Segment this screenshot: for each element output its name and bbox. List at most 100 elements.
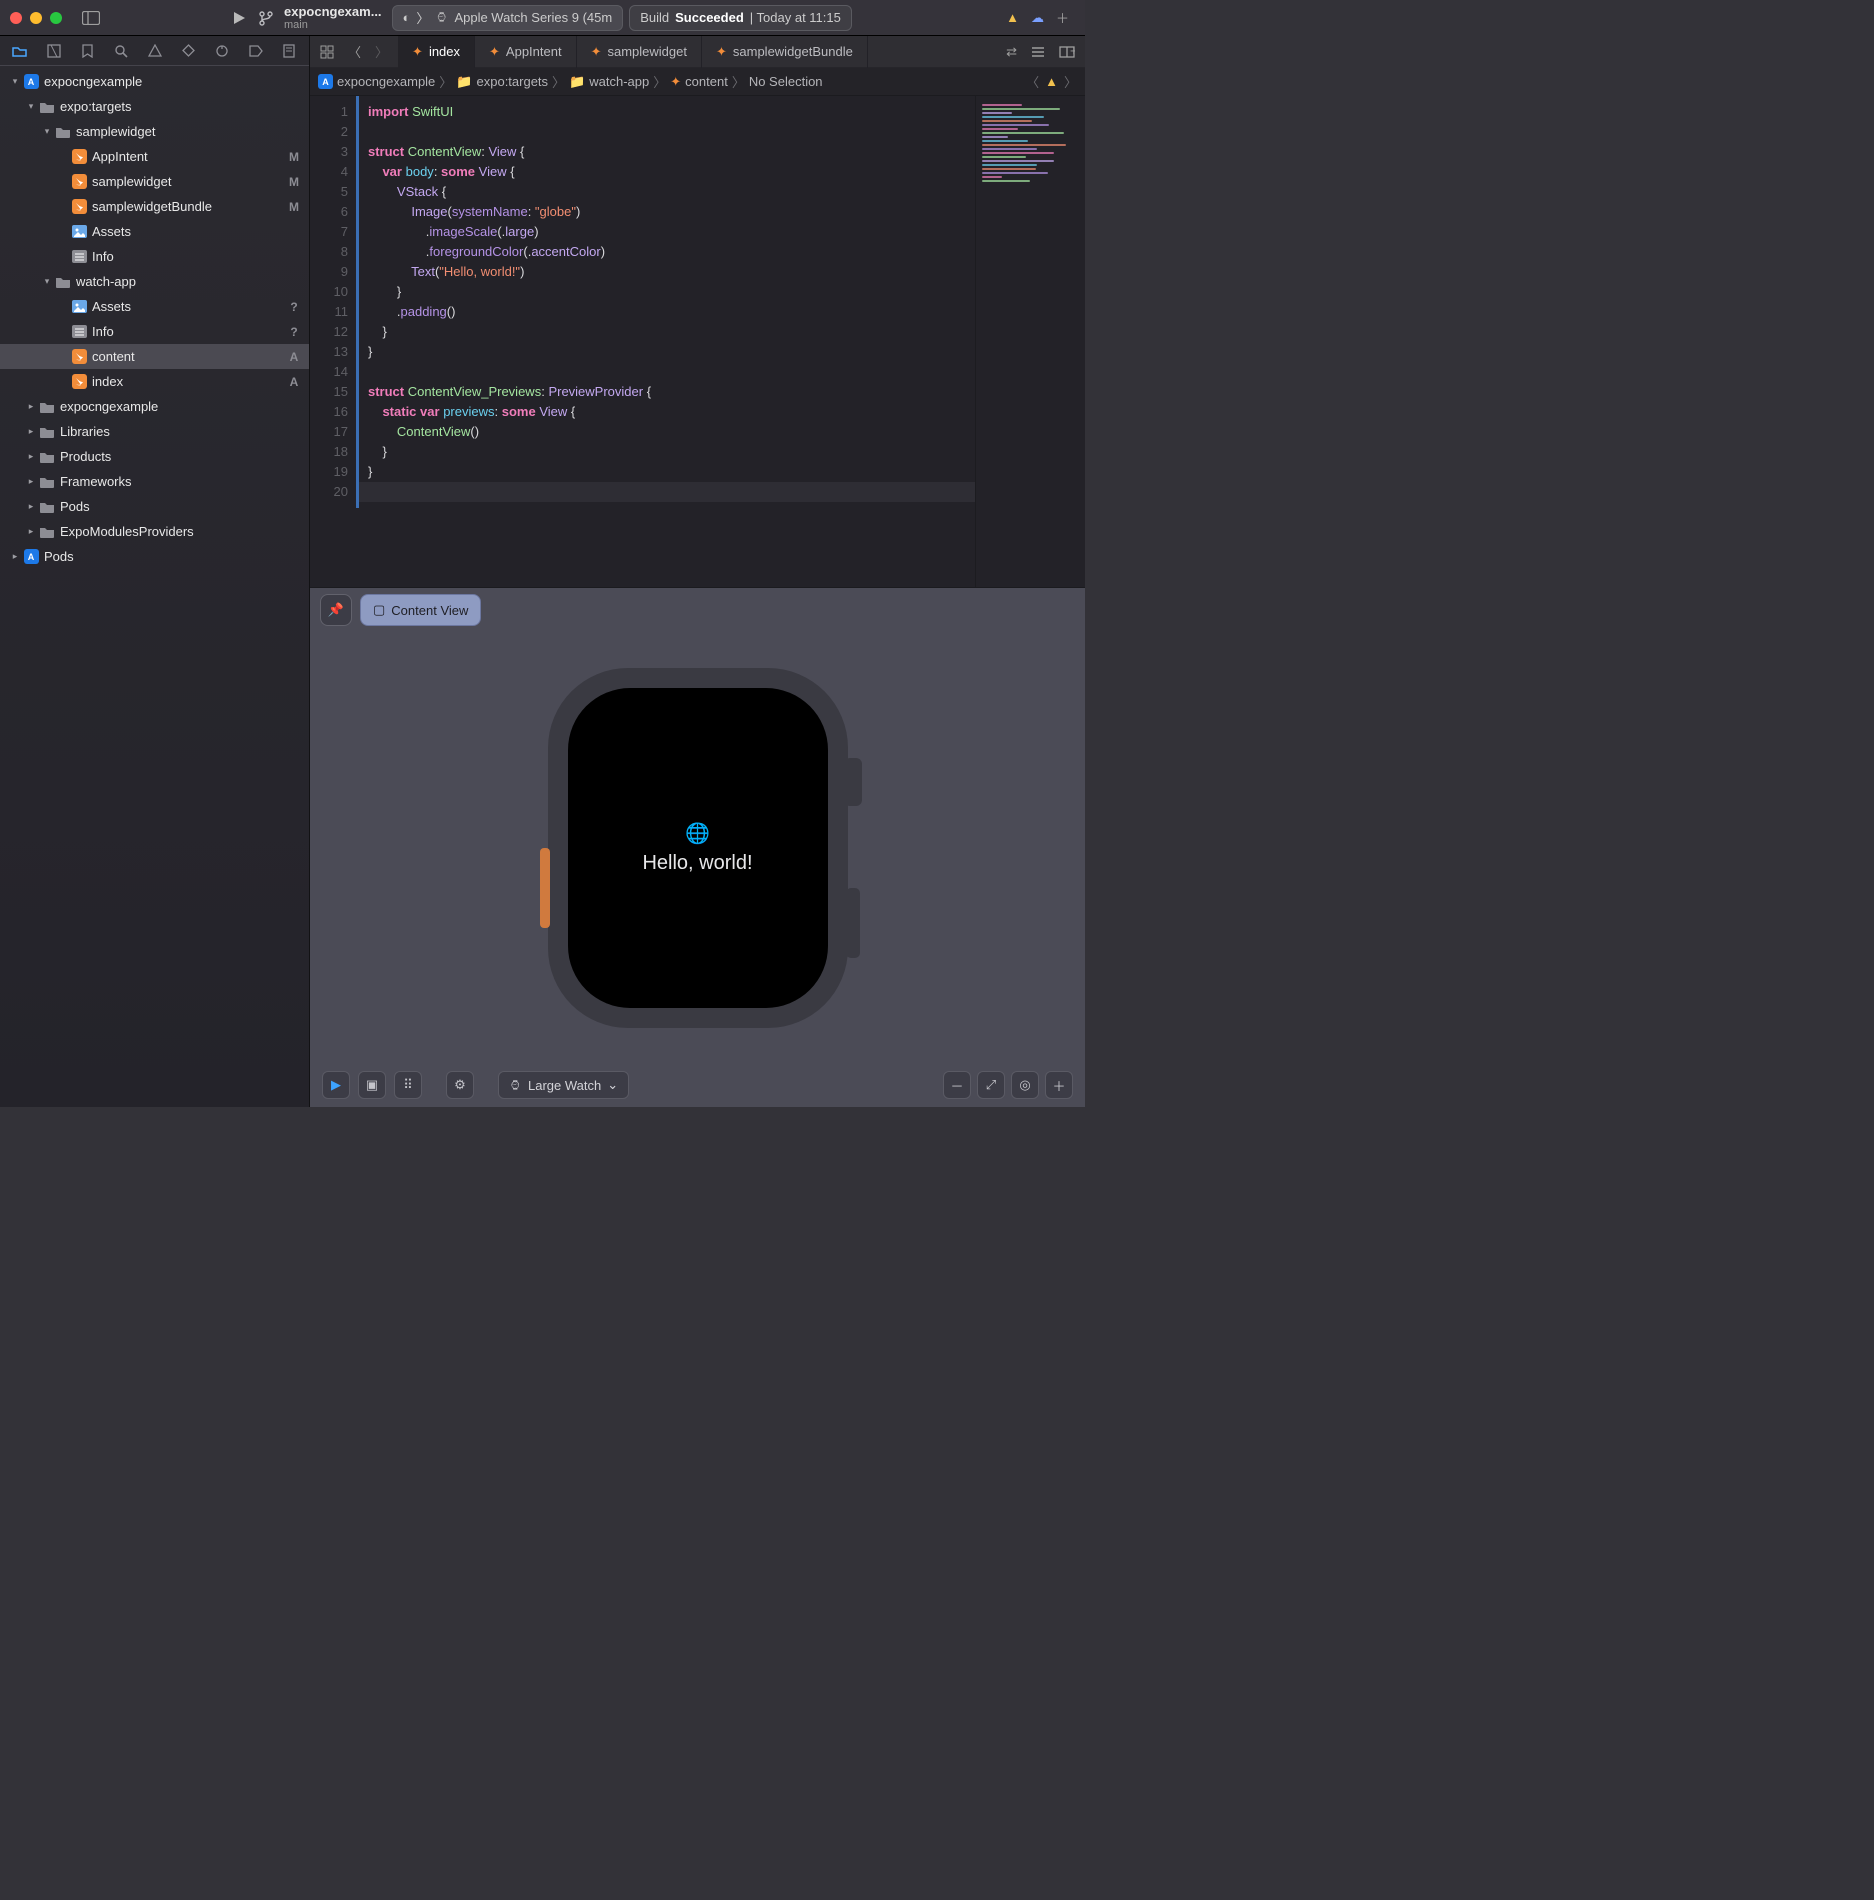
editor-tab[interactable]: ✦samplewidget (577, 36, 702, 68)
disclosure-triangle[interactable]: ▸ (24, 501, 38, 512)
zoom-window-button[interactable] (50, 12, 62, 24)
issues-navigator-tab[interactable] (139, 38, 171, 64)
disclosure-triangle[interactable]: ▸ (24, 526, 38, 537)
editor-tab[interactable]: ✦index (398, 36, 475, 68)
canvas-body[interactable]: 🌐 Hello, world! (310, 632, 1085, 1063)
tree-row[interactable]: ▾watch-app (0, 269, 309, 294)
pin-preview-button[interactable]: 📌 (320, 594, 352, 626)
tree-row[interactable]: Info (0, 244, 309, 269)
disclosure-triangle[interactable]: ▾ (40, 276, 54, 287)
bookmarks-navigator-tab[interactable] (71, 38, 103, 64)
tree-row[interactable]: samplewidgetM (0, 169, 309, 194)
sidebar-toggle-icon[interactable] (76, 7, 106, 29)
disclosure-triangle[interactable]: ▸ (24, 426, 38, 437)
zoom-in-button[interactable]: ＋ (1045, 1071, 1073, 1099)
tree-row-label: samplewidgetBundle (92, 199, 287, 214)
run-destination-selector[interactable]: ◐ 〉 ⌚︎ Apple Watch Series 9 (45m (392, 5, 624, 31)
warnings-icon[interactable]: ▲ (1000, 6, 1025, 29)
tree-row[interactable]: contentA (0, 344, 309, 369)
nav-back-icon[interactable]: 〈 (1026, 72, 1039, 91)
tree-row[interactable]: ▸Products (0, 444, 309, 469)
find-navigator-tab[interactable] (105, 38, 137, 64)
editor-tab[interactable]: ✦ AppIntent (475, 36, 577, 68)
close-window-button[interactable] (10, 12, 22, 24)
tree-row[interactable]: ▾ expo:targets (0, 94, 309, 119)
path-segment[interactable]: No Selection (749, 74, 823, 89)
go-back-button[interactable]: 〈 (342, 38, 367, 65)
variants-button[interactable]: ⠿ (394, 1071, 422, 1099)
folder-icon: 📁 (456, 74, 472, 90)
tab-label: AppIntent (506, 44, 562, 59)
zoom-out-button[interactable]: － (943, 1071, 971, 1099)
tree-row-label: ExpoModulesProviders (60, 524, 287, 539)
cloud-status-icon[interactable]: ☁︎ (1025, 6, 1050, 30)
path-segment[interactable]: ✦content (670, 74, 728, 90)
path-bar[interactable]: Aexpocngexample 〉 📁expo:targets 〉 📁watch… (310, 68, 1085, 96)
zoom-fit-button[interactable]: ⤢ (977, 1071, 1005, 1099)
go-forward-button[interactable]: 〉 (369, 38, 394, 65)
minimap[interactable] (975, 96, 1085, 587)
device-settings-button[interactable]: ⚙︎ (446, 1071, 474, 1099)
tree-row[interactable]: ▾Aexpocngexample (0, 69, 309, 94)
path-segment[interactable]: Aexpocngexample (318, 74, 435, 89)
project-icon: A (318, 74, 333, 89)
tree-row[interactable]: ▸Frameworks (0, 469, 309, 494)
editor-tab[interactable]: ✦samplewidgetBundle (702, 36, 868, 68)
tree-row[interactable]: AppIntentM (0, 144, 309, 169)
preview-device-selector[interactable]: ⌚︎ Large Watch ⌄ (498, 1071, 629, 1099)
reports-navigator-tab[interactable] (273, 38, 305, 64)
tree-row[interactable]: ▸Libraries (0, 419, 309, 444)
minimize-window-button[interactable] (30, 12, 42, 24)
warnings-icon[interactable]: ▲ (1045, 74, 1058, 89)
tree-row[interactable]: ▸APods (0, 544, 309, 569)
tree-row-label: expo:targets (60, 99, 287, 114)
disclosure-triangle[interactable]: ▸ (24, 476, 38, 487)
editor-options-icon[interactable] (1025, 42, 1051, 62)
tree-row[interactable]: samplewidgetBundleM (0, 194, 309, 219)
compare-icon[interactable]: ⇄ (1000, 40, 1023, 64)
disclosure-triangle[interactable]: ▾ (24, 101, 38, 112)
disclosure-triangle[interactable]: ▾ (8, 76, 22, 87)
preview-selector[interactable]: ▢ Content View (360, 594, 481, 626)
run-destination-label: Apple Watch Series 9 (45m (454, 10, 612, 25)
tree-row[interactable]: Assets? (0, 294, 309, 319)
tests-navigator-tab[interactable] (172, 38, 204, 64)
traffic-lights (10, 12, 62, 24)
disclosure-triangle[interactable]: ▸ (24, 401, 38, 412)
tree-row[interactable]: Assets (0, 219, 309, 244)
zoom-actual-button[interactable]: ◎ (1011, 1071, 1039, 1099)
selectable-preview-button[interactable]: ▣ (358, 1071, 386, 1099)
path-segment[interactable]: 📁watch-app (569, 74, 649, 90)
navigator-panel: ▾Aexpocngexample▾expo:targets▾samplewidg… (0, 36, 310, 1107)
tree-row[interactable]: indexA (0, 369, 309, 394)
tree-row[interactable]: ▸ ExpoModulesProviders (0, 519, 309, 544)
add-editor-icon[interactable]: + (1053, 42, 1081, 62)
scheme-selector[interactable]: expocngexam... main (284, 4, 382, 31)
run-button[interactable] (226, 7, 252, 29)
disclosure-triangle[interactable]: ▸ (8, 551, 22, 562)
debug-navigator-tab[interactable] (206, 38, 238, 64)
project-tree[interactable]: ▾Aexpocngexample▾expo:targets▾samplewidg… (0, 66, 309, 1107)
add-button[interactable]: ＋ (1050, 4, 1075, 31)
tree-row[interactable]: ▸Pods (0, 494, 309, 519)
activity-status[interactable]: Build Succeeded | Today at 11:15 (629, 5, 852, 31)
scheme-branch-icon[interactable] (252, 6, 280, 30)
live-preview-button[interactable]: ▶ (322, 1071, 350, 1099)
disclosure-triangle[interactable]: ▾ (40, 126, 54, 137)
project-navigator-tab[interactable] (4, 38, 36, 64)
related-items-icon[interactable] (314, 41, 340, 63)
tree-row[interactable]: Info? (0, 319, 309, 344)
tree-row[interactable]: ▸expocngexample (0, 394, 309, 419)
spinner-icon: ◐ (403, 10, 411, 25)
nav-forward-icon[interactable]: 〉 (1064, 72, 1077, 91)
swift-icon: ✦ (670, 74, 681, 90)
source-editor[interactable]: 1234567891011121314151617181920 import S… (310, 96, 975, 508)
breakpoints-navigator-tab[interactable] (240, 38, 272, 64)
path-segment[interactable]: 📁expo:targets (456, 74, 548, 90)
folder-icon: 📁 (569, 74, 585, 90)
source-code[interactable]: import SwiftUI struct ContentView: View … (358, 96, 975, 508)
tree-row[interactable]: ▾samplewidget (0, 119, 309, 144)
source-control-navigator-tab[interactable] (38, 38, 70, 64)
swift-icon: ✦ (489, 44, 500, 60)
disclosure-triangle[interactable]: ▸ (24, 451, 38, 462)
